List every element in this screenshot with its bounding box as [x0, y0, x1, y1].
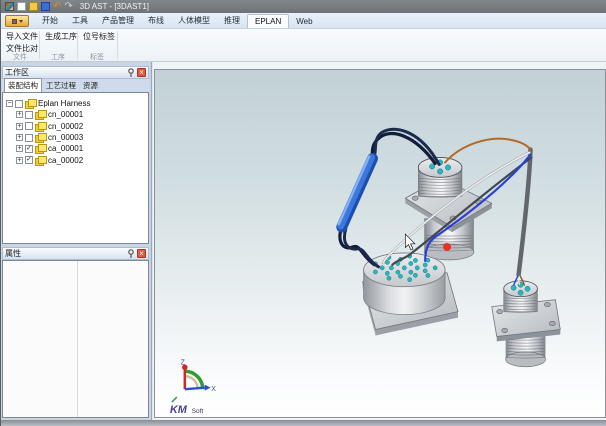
expand-icon[interactable]: + — [16, 111, 23, 118]
tree-label: cn_00003 — [48, 133, 83, 142]
pin-icon[interactable] — [127, 68, 135, 78]
tab-wiring[interactable]: 布线 — [141, 13, 171, 28]
tab-resources[interactable]: 资源 — [80, 79, 101, 92]
collapse-icon[interactable]: − — [6, 100, 13, 107]
properties-grid — [2, 260, 149, 418]
ribbon-body: 导入文件 文件比对 生成工序 位号标签 文件 工序 标签 — [1, 29, 606, 62]
generate-process-button[interactable]: 生成工序 — [42, 30, 80, 43]
ribbon-separator — [117, 31, 118, 59]
cable-wire-white — [519, 275, 520, 285]
tree-label: cn_00002 — [48, 122, 83, 131]
workspace-tabs: 装配结构 工艺过程 资源 — [2, 79, 149, 92]
tab-assembly-structure[interactable]: 装配结构 — [4, 78, 42, 92]
logo-km: KM — [170, 404, 188, 416]
tab-reasoning[interactable]: 推理 — [217, 13, 247, 28]
properties-panel-title: 属性 — [5, 248, 125, 259]
client-area: 工作区 × 装配结构 工艺过程 资源 − Eplan Harness — [1, 62, 606, 420]
group-label-tag: 标签 — [77, 52, 117, 62]
close-icon[interactable]: × — [137, 68, 146, 77]
tree-row[interactable]: + cn_00001 — [3, 109, 148, 120]
tree-label: ca_00002 — [48, 156, 83, 165]
logo-soft: Soft — [192, 408, 204, 415]
window-title: 3D AST - [3DAST1] — [80, 2, 149, 11]
undo-icon[interactable]: ↶ — [53, 2, 61, 11]
tree-row[interactable]: + cn_00002 — [3, 121, 148, 132]
part-icon — [25, 99, 36, 108]
workspace-panel-title: 工作区 — [5, 67, 125, 78]
app-icon — [5, 2, 14, 11]
tree-row-root[interactable]: − Eplan Harness — [3, 98, 148, 109]
red-marker-dot — [443, 243, 451, 251]
axis-x-arrow — [185, 388, 205, 389]
viewport-frame: Z X KM Soft — [154, 69, 606, 418]
tag-label-button[interactable]: 位号标签 — [80, 30, 118, 43]
checkbox[interactable] — [25, 134, 33, 142]
properties-panel: 属性 × — [2, 247, 149, 418]
group-label-file: 文件 — [1, 52, 39, 62]
tab-product-management[interactable]: 产品管理 — [95, 13, 141, 28]
tree-row[interactable]: + cn_00003 — [3, 132, 148, 143]
group-label-process: 工序 — [39, 52, 77, 62]
app-window: ↶ ↷ 3D AST - [3DAST1] 开始 工具 产品管理 布线 人体模型… — [0, 0, 606, 426]
properties-panel-header: 属性 × — [2, 247, 149, 260]
tab-human-model[interactable]: 人体模型 — [171, 13, 217, 28]
checkbox[interactable]: ✓ — [25, 156, 33, 164]
part-icon — [35, 144, 46, 153]
tab-tools[interactable]: 工具 — [65, 13, 95, 28]
axis-x-label: X — [211, 386, 216, 393]
tree-row[interactable]: + ✓ ca_00002 — [3, 154, 148, 165]
column-divider — [77, 261, 78, 417]
redo-icon[interactable]: ↷ — [64, 2, 72, 11]
save-icon[interactable] — [41, 2, 50, 11]
title-bar: ↶ ↷ 3D AST - [3DAST1] — [1, 0, 606, 13]
assembly-tree: − Eplan Harness + cn_00001 + — [2, 92, 149, 244]
workspace-panel: 工作区 × 装配结构 工艺过程 资源 − Eplan Harness — [2, 66, 149, 244]
open-folder-icon[interactable] — [29, 2, 38, 11]
chevron-down-icon — [19, 20, 23, 23]
close-icon[interactable]: × — [137, 249, 146, 258]
tab-start[interactable]: 开始 — [35, 13, 65, 28]
part-icon — [35, 110, 46, 119]
part-icon — [35, 122, 46, 131]
checkbox[interactable] — [15, 100, 23, 108]
expand-icon[interactable]: + — [16, 145, 23, 152]
axis-z-label: Z — [181, 359, 186, 366]
tab-process[interactable]: 工艺过程 — [43, 79, 79, 92]
app-menu-button[interactable] — [5, 15, 29, 27]
left-dock: 工作区 × 装配结构 工艺过程 资源 − Eplan Harness — [1, 62, 152, 420]
checkbox[interactable] — [25, 122, 33, 130]
window-bottom-edge — [1, 420, 606, 426]
expand-icon[interactable]: + — [16, 157, 23, 164]
tree-label: Eplan Harness — [38, 99, 90, 108]
pin-icon[interactable] — [127, 249, 135, 259]
3d-canvas[interactable]: Z X KM Soft — [155, 70, 605, 417]
viewport-area: Z X KM Soft — [153, 62, 606, 420]
tree-row[interactable]: + ✓ ca_00001 — [3, 143, 148, 154]
part-icon — [35, 156, 46, 165]
checkbox[interactable] — [25, 111, 33, 119]
new-document-icon[interactable] — [17, 2, 26, 11]
expand-icon[interactable]: + — [16, 134, 23, 141]
tab-web[interactable]: Web — [289, 15, 319, 28]
tree-label: cn_00001 — [48, 110, 83, 119]
tab-eplan[interactable]: EPLAN — [247, 14, 289, 28]
checkbox[interactable]: ✓ — [25, 145, 33, 153]
app-menu-icon — [12, 19, 17, 24]
ribbon-tab-bar: 开始 工具 产品管理 布线 人体模型 推理 EPLAN Web — [1, 13, 606, 29]
tree-label: ca_00001 — [48, 144, 83, 153]
expand-icon[interactable]: + — [16, 123, 23, 130]
part-icon — [35, 133, 46, 142]
